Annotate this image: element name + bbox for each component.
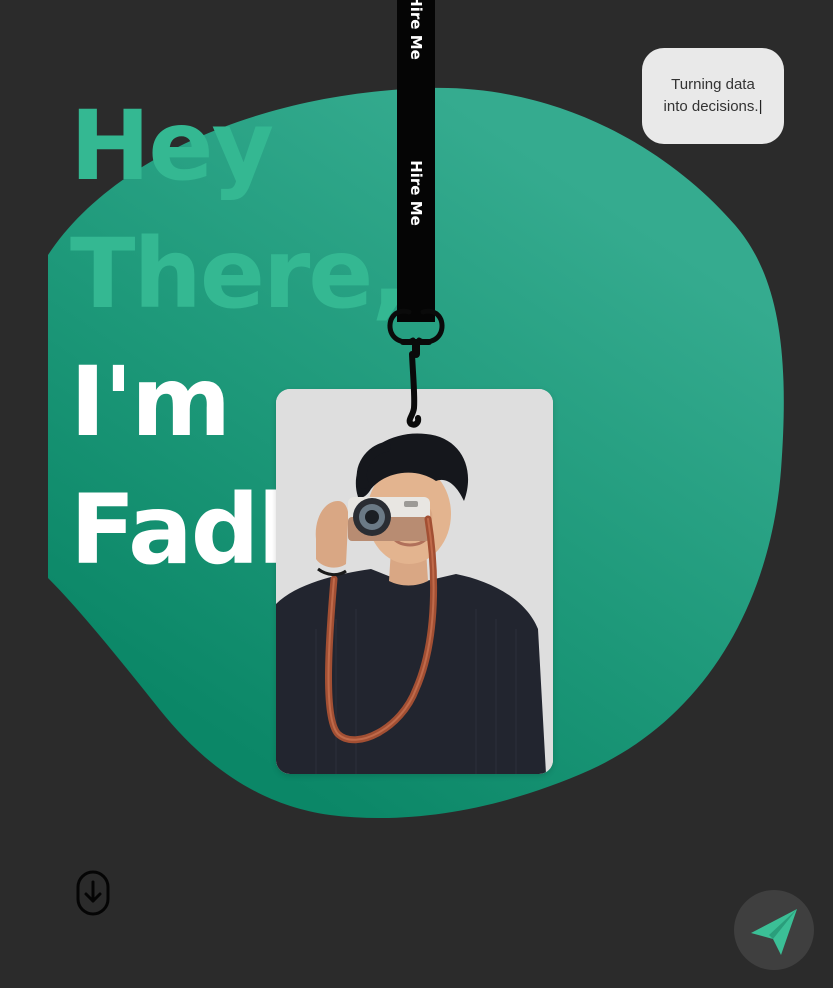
hero-section: Hey There, I'm Fadh Turning data into de… — [0, 0, 833, 988]
profile-photo — [276, 389, 553, 774]
typing-caret: | — [758, 98, 763, 115]
paper-plane-icon — [751, 909, 797, 955]
lanyard-strap[interactable]: Hire Me Hire Me — [397, 0, 435, 322]
strap-text-hire-me: Hire Me — [407, 0, 425, 60]
lanyard-clip-icon — [387, 308, 445, 428]
scroll-down-icon[interactable] — [76, 870, 110, 916]
send-message-button[interactable] — [734, 890, 814, 970]
id-badge-card[interactable] — [276, 389, 553, 774]
tagline-text: Turning data into decisions.| — [663, 75, 763, 116]
tagline-bubble: Turning data into decisions.| — [642, 48, 784, 144]
strap-text-hire-me: Hire Me — [407, 160, 425, 226]
